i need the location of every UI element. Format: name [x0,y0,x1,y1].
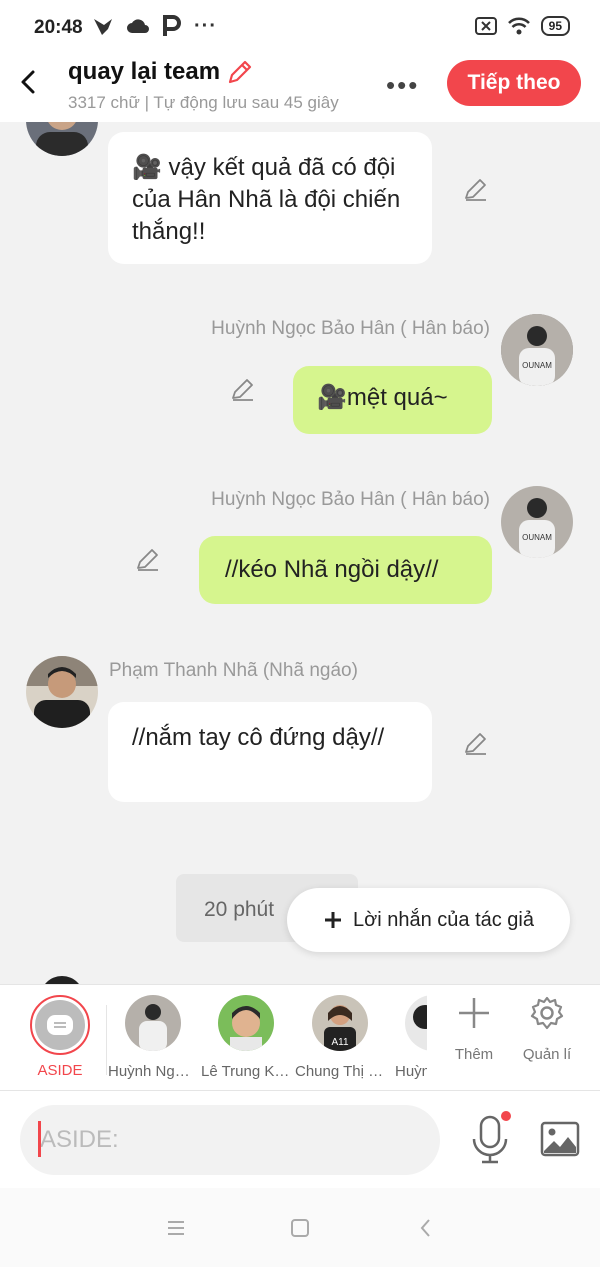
manage-characters-button[interactable]: Quản lí [517,995,577,1063]
avatar-nha[interactable] [26,656,98,728]
manage-label: Quản lí [522,1046,572,1063]
more-dots-icon: ··· [194,14,217,37]
avatar-han[interactable]: OUNAM [501,486,573,558]
microphone-icon[interactable] [470,1115,510,1165]
message-bubble[interactable]: 🎥 vậy kết quả đã có đội của Hân Nhã là đ… [108,132,432,264]
plus-icon [324,912,341,928]
svg-text:OUNAM: OUNAM [522,361,552,370]
character-item[interactable]: Huỳnh [389,995,427,1080]
character-item[interactable]: Lê Trung Kiên [201,995,291,1080]
avatar-next-message[interactable] [40,976,84,984]
menu-icon[interactable] [162,1214,190,1242]
story-title-text: quay lại team [68,58,221,85]
svg-text:OUNAM: OUNAM [522,533,552,542]
p-icon [163,15,181,36]
editor-header: quay lại team 3317 chữ | Tự động lưu sau… [0,56,600,122]
sender-name: Phạm Thanh Nhã (Nhã ngáo) [109,660,358,681]
message-text: //kéo Nhã ngồi dậy// [225,556,439,583]
message-input-bar [0,1090,600,1188]
character-avatar [125,995,181,1051]
edit-message-icon[interactable] [135,546,161,572]
sim-off-icon [474,17,497,35]
sender-name: Huỳnh Ngọc Bảo Hân ( Hân báo) [211,489,490,510]
more-options-button[interactable]: ••• [386,70,419,101]
message-bubble[interactable]: //nắm tay cô đứng dậy// [108,702,432,802]
author-note-label: Lời nhắn của tác giả [352,908,534,931]
character-avatar: A11 [312,995,368,1051]
character-label: Lê Trung Kiên [201,1063,291,1080]
avatar-han[interactable]: OUNAM [501,314,573,386]
plus-icon [459,998,489,1028]
sender-name: Huỳnh Ngọc Bảo Hân ( Hân báo) [211,318,490,339]
character-label: Huỳnh [395,1063,427,1080]
story-title[interactable]: quay lại team [68,58,254,86]
message-bubble[interactable]: //kéo Nhã ngồi dậy// [199,536,492,604]
character-selector-bar: ASIDE Huỳnh Ngọc Bảo Hân Lê Trung Kiên A… [0,984,600,1090]
word-count-autosave: 3317 chữ | Tự động lưu sau 45 giây [68,93,339,112]
add-label: Thêm [454,1046,494,1063]
message-text: 🎥mệt quá~ [317,384,448,411]
edit-message-icon[interactable] [230,376,256,402]
text-caret [38,1121,41,1157]
back-arrow-icon[interactable] [14,66,46,98]
edit-message-icon[interactable] [463,730,489,756]
chat-area[interactable]: 🎥 vậy kết quả đã có đội của Hân Nhã là đ… [0,122,600,984]
fox-icon [94,19,112,35]
status-time: 20:48 [34,17,83,38]
aside-chat-icon [47,1015,73,1035]
character-item[interactable]: Huỳnh Ngọc Bảo Hân [108,995,198,1080]
character-avatar [405,995,427,1051]
recording-indicator-dot [501,1111,511,1121]
message-bubble[interactable]: 🎥mệt quá~ [293,366,492,434]
wifi-icon [507,17,530,35]
message-text: 🎥 vậy kết quả đã có đội của Hân Nhã là đ… [132,154,401,245]
svg-text:A11: A11 [331,1037,348,1048]
aside-label: ASIDE [37,1062,83,1079]
image-icon[interactable] [540,1121,580,1157]
next-button[interactable]: Tiếp theo [447,60,581,106]
edit-message-icon[interactable] [463,176,489,202]
character-item[interactable]: A11 Chung Thị Hà [295,995,385,1080]
message-text: //nắm tay cô đứng dậy// [132,724,385,751]
character-label: Huỳnh Ngọc Bảo Hân [108,1063,198,1080]
gear-icon [530,996,564,1030]
battery-indicator: 95 [540,16,570,36]
character-label: Chung Thị Hà [295,1063,385,1080]
author-note-button[interactable]: Lời nhắn của tác giả [287,888,570,952]
avatar-nha[interactable] [26,122,98,156]
back-icon[interactable] [412,1214,440,1242]
character-avatar [218,995,274,1051]
divider [106,1005,107,1075]
message-input[interactable] [20,1105,440,1175]
status-bar: 20:48 ··· 95 [0,0,600,56]
aside-button[interactable] [30,995,90,1055]
cloud-icon [127,19,149,33]
add-character-button[interactable]: Thêm [444,995,504,1063]
system-navigation-bar [0,1188,600,1267]
edit-pencil-icon[interactable] [226,58,254,86]
home-icon[interactable] [286,1214,314,1242]
